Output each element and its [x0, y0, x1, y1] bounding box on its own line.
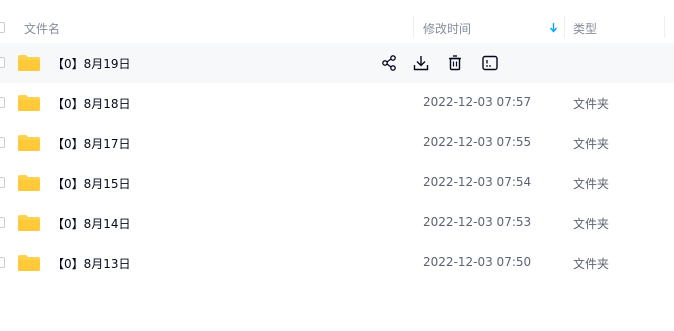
file-row[interactable]: 【0】8月13日 2022-12-03 07:50 文件夹	[0, 243, 674, 283]
column-header-modified-time[interactable]: 修改时间	[423, 20, 471, 37]
file-row[interactable]: 【0】8月19日	[0, 43, 674, 83]
folder-icon	[18, 55, 40, 71]
file-list-page: 文件名 修改时间 类型 【0】8月19日 【0】8月18日 2022-12-03…	[0, 0, 674, 331]
row-checkbox[interactable]	[0, 57, 5, 68]
file-name[interactable]: 【0】8月17日	[52, 135, 131, 152]
modified-time: 2022-12-03 07:54	[423, 175, 532, 189]
file-list: 【0】8月19日 【0】8月18日 2022-12-03 07:57 文件夹 【…	[0, 43, 674, 283]
file-row[interactable]: 【0】8月18日 2022-12-03 07:57 文件夹	[0, 83, 674, 123]
row-checkbox[interactable]	[0, 177, 5, 188]
row-checkbox[interactable]	[0, 137, 5, 148]
sort-descending-icon[interactable]	[549, 22, 558, 33]
download-icon[interactable]	[412, 54, 430, 72]
file-name[interactable]: 【0】8月13日	[52, 255, 131, 272]
file-name[interactable]: 【0】8月18日	[52, 95, 131, 112]
file-name[interactable]: 【0】8月14日	[52, 215, 131, 232]
modified-time: 2022-12-03 07:50	[423, 255, 532, 269]
file-type: 文件夹	[573, 217, 610, 231]
file-type: 文件夹	[573, 97, 610, 111]
row-checkbox[interactable]	[0, 97, 5, 108]
share-icon[interactable]	[380, 54, 398, 72]
modified-time: 2022-12-03 07:53	[423, 215, 532, 229]
table-header: 文件名 修改时间 类型	[0, 10, 674, 45]
row-actions	[380, 54, 500, 72]
column-header-type[interactable]: 类型	[573, 20, 597, 37]
file-row[interactable]: 【0】8月14日 2022-12-03 07:53 文件夹	[0, 203, 674, 243]
file-type: 文件夹	[573, 177, 610, 191]
row-checkbox[interactable]	[0, 217, 5, 228]
folder-icon	[18, 255, 40, 271]
delete-icon[interactable]	[446, 54, 464, 72]
folder-icon	[18, 135, 40, 151]
more-icon[interactable]	[481, 54, 499, 72]
column-header-name[interactable]: 文件名	[24, 20, 60, 37]
row-checkbox[interactable]	[0, 257, 5, 268]
column-divider[interactable]	[564, 16, 565, 38]
column-divider[interactable]	[664, 16, 665, 38]
folder-icon	[18, 215, 40, 231]
folder-icon	[18, 175, 40, 191]
column-divider[interactable]	[413, 16, 414, 38]
file-name[interactable]: 【0】8月19日	[52, 55, 131, 72]
file-row[interactable]: 【0】8月17日 2022-12-03 07:55 文件夹	[0, 123, 674, 163]
file-name[interactable]: 【0】8月15日	[52, 175, 131, 192]
file-type: 文件夹	[573, 137, 610, 151]
folder-icon	[18, 95, 40, 111]
modified-time: 2022-12-03 07:57	[423, 95, 532, 109]
modified-time: 2022-12-03 07:55	[423, 135, 532, 149]
file-type: 文件夹	[573, 257, 610, 271]
select-all-checkbox[interactable]	[0, 22, 5, 33]
file-row[interactable]: 【0】8月15日 2022-12-03 07:54 文件夹	[0, 163, 674, 203]
